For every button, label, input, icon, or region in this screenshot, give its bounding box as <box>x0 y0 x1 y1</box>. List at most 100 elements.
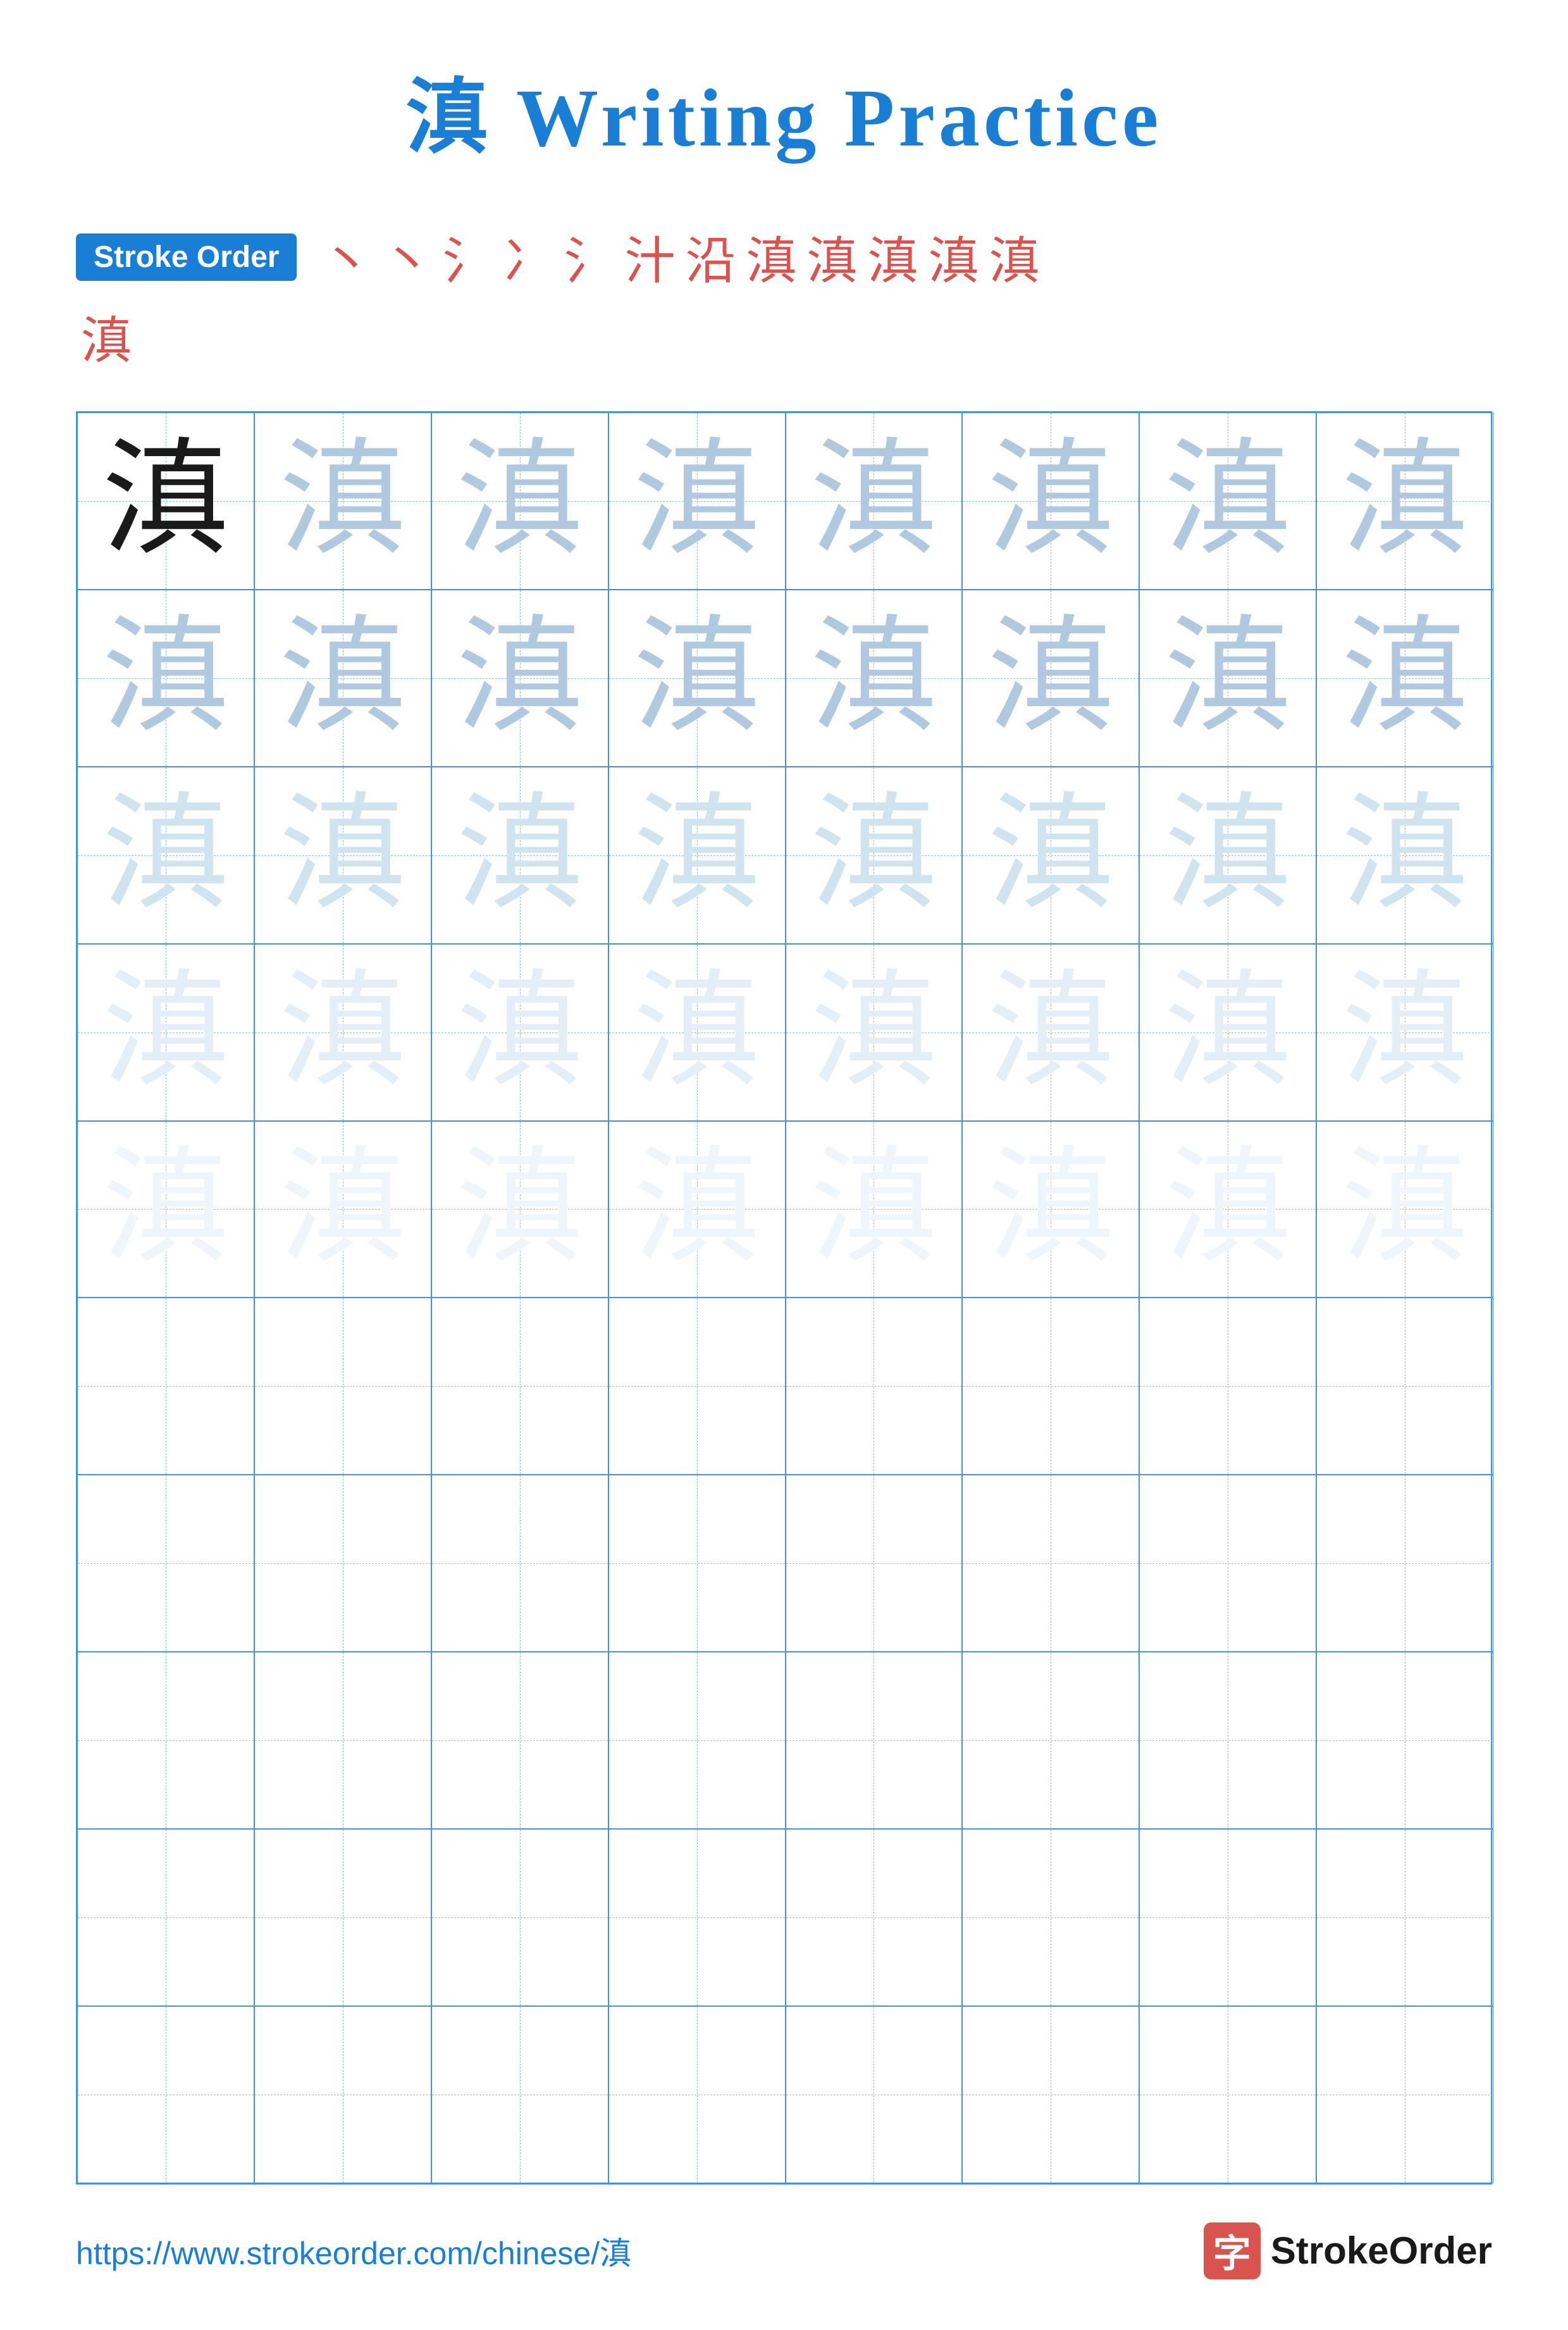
title-text: Writing Practice <box>492 73 1163 164</box>
grid-cell-empty <box>77 1475 254 1652</box>
grid-cell-empty <box>786 1829 963 2006</box>
grid-cell: 滇 <box>254 590 431 767</box>
grid-cell: 滇 <box>1139 767 1316 944</box>
stroke-order-line2: 滇 <box>76 300 1492 373</box>
grid-cell-empty <box>608 1298 786 1475</box>
practice-char: 滇 <box>280 792 406 919</box>
practice-char: 滇 <box>987 615 1114 741</box>
practice-grid: 滇 滇 滇 滇 滇 滇 滇 滇 滇 滇 滇 滇 滇 滇 滇 滇 滇 滇 滇 滇 … <box>76 411 1492 2184</box>
grid-cell: 滇 <box>962 944 1139 1121</box>
stroke-7: 沿 <box>685 220 736 294</box>
grid-cell: 滇 <box>254 1121 431 1298</box>
grid-cell: 滇 <box>1316 767 1493 944</box>
stroke-13: 滇 <box>81 314 132 369</box>
grid-cell-empty <box>77 1829 254 2006</box>
grid-cell-empty <box>608 1829 786 2006</box>
grid-cell: 滇 <box>608 590 786 767</box>
practice-char: 滇 <box>102 615 229 741</box>
grid-cell: 滇 <box>77 412 254 590</box>
practice-char: 滇 <box>634 615 760 741</box>
grid-cell: 滇 <box>1316 944 1493 1121</box>
practice-char: 滇 <box>102 792 229 919</box>
stroke-order-line1: Stroke Order 丶 丶 氵 冫 氵 汁 沿 滇 滇 滇 滇 滇 <box>76 220 1492 294</box>
practice-char: 滇 <box>1342 615 1468 741</box>
grid-cell: 滇 <box>962 412 1139 590</box>
practice-char: 滇 <box>457 615 583 741</box>
stroke-6: 汁 <box>624 220 675 294</box>
stroke-8: 滇 <box>746 220 796 294</box>
practice-char: 滇 <box>102 438 229 564</box>
practice-char: 滇 <box>102 969 229 1096</box>
grid-cell: 滇 <box>431 944 608 1121</box>
grid-cell-empty <box>254 2006 431 2183</box>
grid-cell: 滇 <box>962 767 1139 944</box>
practice-char: 滇 <box>1164 969 1291 1096</box>
stroke-9: 滇 <box>806 220 857 294</box>
grid-cell: 滇 <box>254 412 431 590</box>
grid-cell: 滇 <box>608 944 786 1121</box>
practice-char: 滇 <box>1342 1146 1468 1272</box>
grid-cell: 滇 <box>1316 1121 1493 1298</box>
grid-cell: 滇 <box>786 767 963 944</box>
footer: https://www.strokeorder.com/chinese/滇 字 … <box>76 2184 1492 2279</box>
footer-logo-icon: 字 <box>1204 2222 1261 2279</box>
grid-cell-empty <box>786 1475 963 1652</box>
practice-char: 滇 <box>810 438 937 564</box>
practice-char: 滇 <box>634 969 760 1096</box>
grid-cell: 滇 <box>1316 412 1493 590</box>
grid-cell-empty <box>1139 1298 1316 1475</box>
practice-char: 滇 <box>987 438 1114 564</box>
grid-cell: 滇 <box>786 412 963 590</box>
practice-char: 滇 <box>987 792 1114 919</box>
stroke-11: 滇 <box>928 220 978 294</box>
grid-cell-empty <box>77 1652 254 1829</box>
grid-cell: 滇 <box>786 944 963 1121</box>
grid-cell-empty <box>1316 2006 1493 2183</box>
grid-cell-empty <box>77 2006 254 2183</box>
grid-cell: 滇 <box>608 1121 786 1298</box>
practice-char: 滇 <box>457 792 583 919</box>
grid-cell-empty <box>1316 1298 1493 1475</box>
practice-char: 滇 <box>634 438 760 564</box>
grid-cell: 滇 <box>1139 412 1316 590</box>
grid-cell-empty <box>1139 1829 1316 2006</box>
grid-cell-empty <box>608 1475 786 1652</box>
grid-cell-empty <box>254 1829 431 2006</box>
grid-cell: 滇 <box>254 767 431 944</box>
practice-char: 滇 <box>1342 438 1468 564</box>
stroke-order-badge: Stroke Order <box>76 233 297 281</box>
practice-char: 滇 <box>280 969 406 1096</box>
grid-cell-empty <box>254 1298 431 1475</box>
grid-cell: 滇 <box>431 590 608 767</box>
stroke-order-section: Stroke Order 丶 丶 氵 冫 氵 汁 沿 滇 滇 滇 滇 滇 滇 <box>76 220 1492 373</box>
grid-cell: 滇 <box>431 767 608 944</box>
practice-char: 滇 <box>810 969 937 1096</box>
grid-cell-empty <box>786 1298 963 1475</box>
grid-cell-empty <box>1139 1475 1316 1652</box>
grid-cell-empty <box>608 1652 786 1829</box>
grid-cell-empty <box>608 2006 786 2183</box>
practice-char: 滇 <box>280 438 406 564</box>
grid-cell-empty <box>254 1652 431 1829</box>
practice-char: 滇 <box>987 969 1114 1096</box>
page-title: 滇 Writing Practice <box>406 51 1163 170</box>
footer-url: https://www.strokeorder.com/chinese/滇 <box>76 2228 631 2274</box>
grid-cell-empty <box>431 1829 608 2006</box>
grid-cell: 滇 <box>77 767 254 944</box>
grid-cell-empty <box>962 1475 1139 1652</box>
grid-cell-empty <box>431 2006 608 2183</box>
grid-cell: 滇 <box>431 412 608 590</box>
grid-cell: 滇 <box>786 1121 963 1298</box>
footer-logo-text: StrokeOrder <box>1271 2229 1492 2272</box>
practice-char: 滇 <box>102 1146 229 1272</box>
grid-cell: 滇 <box>1139 1121 1316 1298</box>
stroke-4: 冫 <box>503 220 553 294</box>
practice-char: 滇 <box>280 1146 406 1272</box>
stroke-5: 氵 <box>564 220 614 294</box>
practice-char: 滇 <box>457 1146 583 1272</box>
grid-cell: 滇 <box>608 412 786 590</box>
grid-cell: 滇 <box>608 767 786 944</box>
practice-char: 滇 <box>810 1146 937 1272</box>
grid-cell-empty <box>962 1829 1139 2006</box>
grid-cell-empty <box>1316 1475 1493 1652</box>
